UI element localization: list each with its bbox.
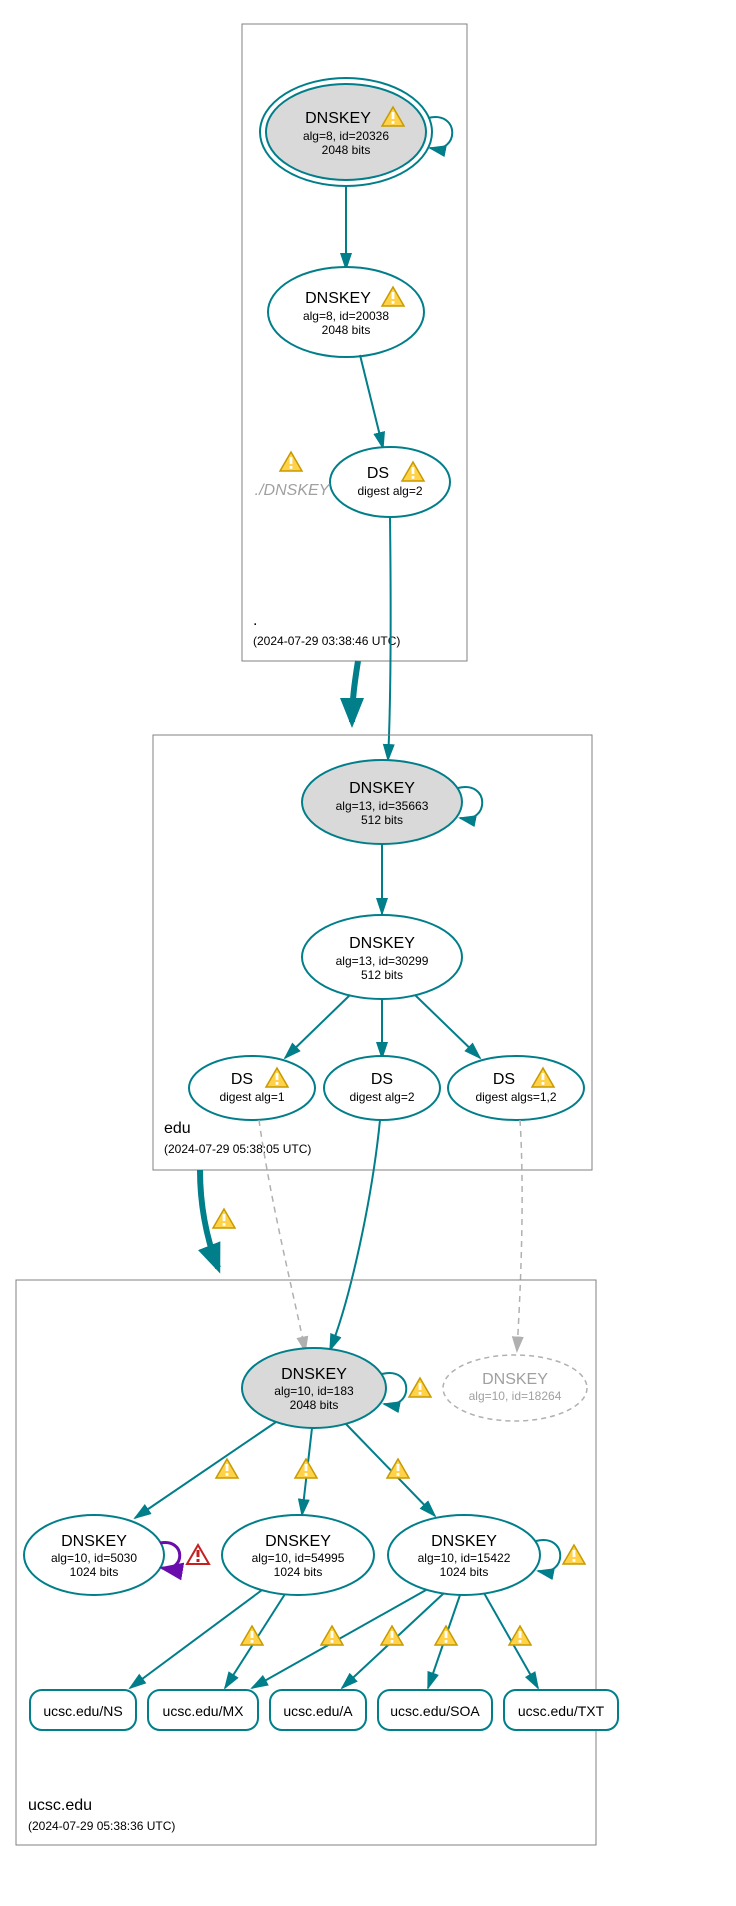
node-root-dnskey-20326[interactable]: DNSKEY alg=8, id=20326 2048 bits xyxy=(260,78,432,186)
svg-text:alg=10, id=18264: alg=10, id=18264 xyxy=(469,1389,562,1403)
svg-text:ucsc.edu/TXT: ucsc.edu/TXT xyxy=(518,1703,605,1719)
svg-text:alg=10, id=5030: alg=10, id=5030 xyxy=(51,1551,137,1565)
edge-root-key2-ds xyxy=(360,355,383,448)
zone-edu: edu (2024-07-29 05:38:05 UTC) DNSKEY alg… xyxy=(153,735,592,1170)
svg-text:DNSKEY: DNSKEY xyxy=(349,780,415,797)
zone-ucsc: ucsc.edu (2024-07-29 05:38:36 UTC) DNSKE… xyxy=(16,1280,618,1845)
svg-text:2048 bits: 2048 bits xyxy=(322,323,371,337)
warning-icon xyxy=(216,1459,238,1478)
edge-ucsc-main-5030 xyxy=(135,1422,276,1518)
svg-text:digest alg=1: digest alg=1 xyxy=(219,1090,284,1104)
node-ucsc-dnskey-5030[interactable]: DNSKEY alg=10, id=5030 1024 bits xyxy=(24,1515,164,1595)
svg-text:alg=10, id=183: alg=10, id=183 xyxy=(274,1384,354,1398)
node-edu-dnskey-35663[interactable]: DNSKEY alg=13, id=35663 512 bits xyxy=(302,760,462,844)
error-icon xyxy=(187,1545,209,1564)
svg-text:DNSKEY: DNSKEY xyxy=(482,1371,548,1388)
zone-root-label: . xyxy=(253,612,257,629)
edge-zone-root-edu xyxy=(352,661,358,722)
edge-edu-ds3-ucsc-dashed xyxy=(517,1120,522,1350)
svg-text:alg=13, id=35663: alg=13, id=35663 xyxy=(336,799,429,813)
svg-text:512 bits: 512 bits xyxy=(361,813,403,827)
svg-text:alg=8, id=20038: alg=8, id=20038 xyxy=(303,309,389,323)
node-root-ds[interactable]: DS digest alg=2 xyxy=(330,447,450,517)
zone-edu-date: (2024-07-29 05:38:05 UTC) xyxy=(164,1142,311,1156)
warning-icon xyxy=(435,1626,457,1645)
svg-text:digest alg=2: digest alg=2 xyxy=(357,484,422,498)
svg-text:DNSKEY: DNSKEY xyxy=(265,1533,331,1550)
node-edu-ds-algs12[interactable]: DS digest algs=1,2 xyxy=(448,1056,584,1120)
warning-icon xyxy=(213,1209,235,1228)
svg-text:alg=10, id=54995: alg=10, id=54995 xyxy=(252,1551,345,1565)
svg-text:1024 bits: 1024 bits xyxy=(440,1565,489,1579)
svg-text:1024 bits: 1024 bits xyxy=(70,1565,119,1579)
edge-edu-ds2-ucsc-main xyxy=(330,1120,380,1350)
svg-text:512 bits: 512 bits xyxy=(361,968,403,982)
node-rr-ns[interactable]: ucsc.edu/NS xyxy=(30,1690,136,1730)
node-rr-soa[interactable]: ucsc.edu/SOA xyxy=(378,1690,492,1730)
svg-text:1024 bits: 1024 bits xyxy=(274,1565,323,1579)
zone-root: . (2024-07-29 03:38:46 UTC) DNSKEY alg=8… xyxy=(242,24,467,661)
svg-text:digest alg=2: digest alg=2 xyxy=(349,1090,414,1104)
node-rr-mx[interactable]: ucsc.edu/MX xyxy=(148,1690,258,1730)
node-rr-a[interactable]: ucsc.edu/A xyxy=(270,1690,366,1730)
node-rr-txt[interactable]: ucsc.edu/TXT xyxy=(504,1690,618,1730)
warning-icon xyxy=(321,1626,343,1645)
edge-ucsc-main-15422 xyxy=(346,1424,435,1516)
svg-text:DS: DS xyxy=(493,1071,515,1088)
svg-text:DS: DS xyxy=(367,465,389,482)
svg-text:ucsc.edu/NS: ucsc.edu/NS xyxy=(43,1703,122,1719)
node-ucsc-dnskey-15422[interactable]: DNSKEY alg=10, id=15422 1024 bits xyxy=(388,1515,540,1595)
zone-edu-label: edu xyxy=(164,1120,191,1137)
svg-text:DNSKEY: DNSKEY xyxy=(431,1533,497,1550)
edge-54995-ns xyxy=(130,1590,262,1688)
node-edu-ds-alg2[interactable]: DS digest alg=2 xyxy=(324,1056,440,1120)
svg-text:ucsc.edu/SOA: ucsc.edu/SOA xyxy=(390,1703,480,1719)
node-ucsc-dnskey-54995[interactable]: DNSKEY alg=10, id=54995 1024 bits xyxy=(222,1515,374,1595)
edge-edu-key2-ds3 xyxy=(415,995,480,1058)
svg-text:2048 bits: 2048 bits xyxy=(290,1398,339,1412)
zone-ucsc-label: ucsc.edu xyxy=(28,1797,92,1814)
svg-text:DS: DS xyxy=(371,1071,393,1088)
svg-text:ucsc.edu/A: ucsc.edu/A xyxy=(283,1703,353,1719)
warning-icon xyxy=(280,452,302,471)
svg-text:ucsc.edu/MX: ucsc.edu/MX xyxy=(163,1703,245,1719)
node-root-dnskey-italic: ./DNSKEY xyxy=(255,452,331,499)
warning-icon xyxy=(509,1626,531,1645)
node-edu-ds-alg1[interactable]: DS digest alg=1 xyxy=(189,1056,315,1120)
warning-icon xyxy=(295,1459,317,1478)
svg-text:DNSKEY: DNSKEY xyxy=(281,1366,347,1383)
svg-text:alg=8, id=20326: alg=8, id=20326 xyxy=(303,129,389,143)
svg-text:DNSKEY: DNSKEY xyxy=(305,290,371,307)
svg-text:alg=10, id=15422: alg=10, id=15422 xyxy=(418,1551,511,1565)
warning-icon xyxy=(241,1626,263,1645)
svg-text:DNSKEY: DNSKEY xyxy=(61,1533,127,1550)
warning-icon xyxy=(563,1545,585,1564)
edge-edu-key2-ds1 xyxy=(285,995,350,1058)
svg-text:DS: DS xyxy=(231,1071,253,1088)
edge-zone-edu-ucsc xyxy=(200,1170,218,1268)
svg-text:digest algs=1,2: digest algs=1,2 xyxy=(475,1090,556,1104)
svg-text:2048 bits: 2048 bits xyxy=(322,143,371,157)
svg-text:alg=13, id=30299: alg=13, id=30299 xyxy=(336,954,429,968)
node-root-dnskey-20038[interactable]: DNSKEY alg=8, id=20038 2048 bits xyxy=(268,267,424,357)
svg-text:DNSKEY: DNSKEY xyxy=(305,110,371,127)
zone-ucsc-date: (2024-07-29 05:38:36 UTC) xyxy=(28,1819,175,1833)
zone-root-date: (2024-07-29 03:38:46 UTC) xyxy=(253,634,400,648)
node-edu-dnskey-30299[interactable]: DNSKEY alg=13, id=30299 512 bits xyxy=(302,915,462,999)
node-ucsc-dnskey-18264[interactable]: DNSKEY alg=10, id=18264 xyxy=(443,1355,587,1421)
svg-text:DNSKEY: DNSKEY xyxy=(349,935,415,952)
svg-text:./DNSKEY: ./DNSKEY xyxy=(255,482,331,499)
warning-icon xyxy=(409,1378,431,1397)
node-ucsc-dnskey-183[interactable]: DNSKEY alg=10, id=183 2048 bits xyxy=(242,1348,386,1428)
